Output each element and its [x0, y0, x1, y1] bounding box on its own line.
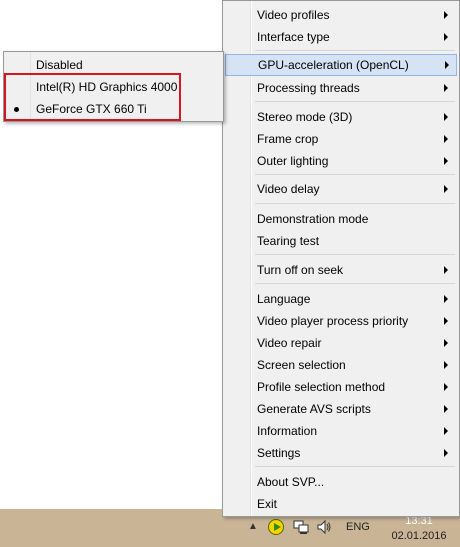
- submenu-arrow-icon: [444, 113, 448, 121]
- menu-item-language[interactable]: Language: [225, 288, 457, 310]
- submenu-arrow-icon: [444, 383, 448, 391]
- submenu-arrow-icon: [444, 361, 448, 369]
- menu-separator: [255, 101, 455, 102]
- submenu-arrow-icon: [445, 61, 449, 69]
- submenu-arrow-icon: [444, 135, 448, 143]
- submenu-arrow-icon: [444, 405, 448, 413]
- menu-item-interface-type[interactable]: Interface type: [225, 26, 457, 48]
- menu-item-video-repair[interactable]: Video repair: [225, 332, 457, 354]
- menu-item-video-delay[interactable]: Video delay: [225, 178, 457, 200]
- submenu-arrow-icon: [444, 84, 448, 92]
- menu-item-about-svp[interactable]: About SVP...: [225, 471, 457, 493]
- menu-item-information[interactable]: Information: [225, 420, 457, 442]
- menu-item-label: Profile selection method: [257, 380, 386, 394]
- menu-item-label: Generate AVS scripts: [257, 402, 371, 416]
- svp-tray-icon[interactable]: [268, 519, 284, 535]
- menu-item-tearing-test[interactable]: Tearing test: [225, 230, 457, 252]
- menu-item-label: Demonstration mode: [257, 212, 369, 226]
- menu-item-exit[interactable]: Exit: [225, 493, 457, 515]
- menu-item-video-player-process-priority[interactable]: Video player process priority: [225, 310, 457, 332]
- menu-item-generate-avs-scripts[interactable]: Generate AVS scripts: [225, 398, 457, 420]
- menu-item-label: Frame crop: [257, 132, 319, 146]
- submenu-arrow-icon: [444, 427, 448, 435]
- submenu-arrow-icon: [444, 449, 448, 457]
- network-icon[interactable]: [293, 519, 309, 535]
- menu-item-label: Video profiles: [257, 8, 330, 22]
- submenu-arrow-icon: [444, 11, 448, 19]
- clock[interactable]: 13:31 02.01.2016: [384, 514, 454, 544]
- submenu-arrow-icon: [444, 157, 448, 165]
- menu-item-demonstration-mode[interactable]: Demonstration mode: [225, 208, 457, 230]
- menu-item-label: Language: [257, 292, 311, 306]
- menu-item-outer-lighting[interactable]: Outer lighting: [225, 150, 457, 172]
- menu-item-profile-selection-method[interactable]: Profile selection method: [225, 376, 457, 398]
- menu-item-label: Exit: [257, 497, 278, 511]
- menu-item-settings[interactable]: Settings: [225, 442, 457, 464]
- menu-separator: [255, 203, 455, 204]
- input-language-indicator[interactable]: ENG: [346, 521, 370, 533]
- submenu-arrow-icon: [444, 33, 448, 41]
- menu-separator: [255, 283, 455, 284]
- clock-date: 02.01.2016: [391, 530, 447, 542]
- annotation-highlight-box: [4, 73, 181, 121]
- menu-item-video-profiles[interactable]: Video profiles: [225, 4, 457, 26]
- menu-item-label: Video repair: [257, 336, 322, 350]
- menu-item-label: Interface type: [257, 30, 330, 44]
- submenu-arrow-icon: [444, 185, 448, 193]
- menu-item-gpu-acceleration[interactable]: GPU-acceleration (OpenCL): [225, 54, 457, 76]
- menu-item-processing-threads[interactable]: Processing threads: [225, 77, 457, 99]
- show-hidden-icons-arrow-icon[interactable]: ▲: [248, 521, 258, 532]
- submenu-arrow-icon: [444, 317, 448, 325]
- menu-item-turn-off-on-seek[interactable]: Turn off on seek: [225, 259, 457, 281]
- menu-item-label: Processing threads: [257, 81, 360, 95]
- menu-item-label: Video player process priority: [257, 314, 409, 328]
- menu-item-label: Tearing test: [257, 234, 320, 248]
- menu-item-label: Turn off on seek: [257, 263, 344, 277]
- menu-item-label: GPU-acceleration (OpenCL): [258, 58, 409, 72]
- volume-icon[interactable]: [316, 519, 332, 535]
- submenu-arrow-icon: [444, 339, 448, 347]
- submenu-arrow-icon: [444, 266, 448, 274]
- svp-context-menu: Video profiles Interface type GPU-accele…: [222, 0, 460, 517]
- menu-item-label: Video delay: [257, 182, 320, 196]
- menu-item-label: Information: [257, 424, 318, 438]
- menu-separator: [255, 50, 455, 51]
- menu-item-label: About SVP...: [257, 475, 325, 489]
- menu-item-label: Outer lighting: [257, 154, 329, 168]
- menu-item-screen-selection[interactable]: Screen selection: [225, 354, 457, 376]
- submenu-arrow-icon: [444, 295, 448, 303]
- menu-item-frame-crop[interactable]: Frame crop: [225, 128, 457, 150]
- menu-item-label: Stereo mode (3D): [257, 110, 353, 124]
- menu-item-label: Screen selection: [257, 358, 346, 372]
- menu-separator: [255, 466, 455, 467]
- menu-item-label: Settings: [257, 446, 301, 460]
- menu-separator: [255, 174, 455, 175]
- menu-separator: [255, 254, 455, 255]
- menu-item-stereo-mode[interactable]: Stereo mode (3D): [225, 106, 457, 128]
